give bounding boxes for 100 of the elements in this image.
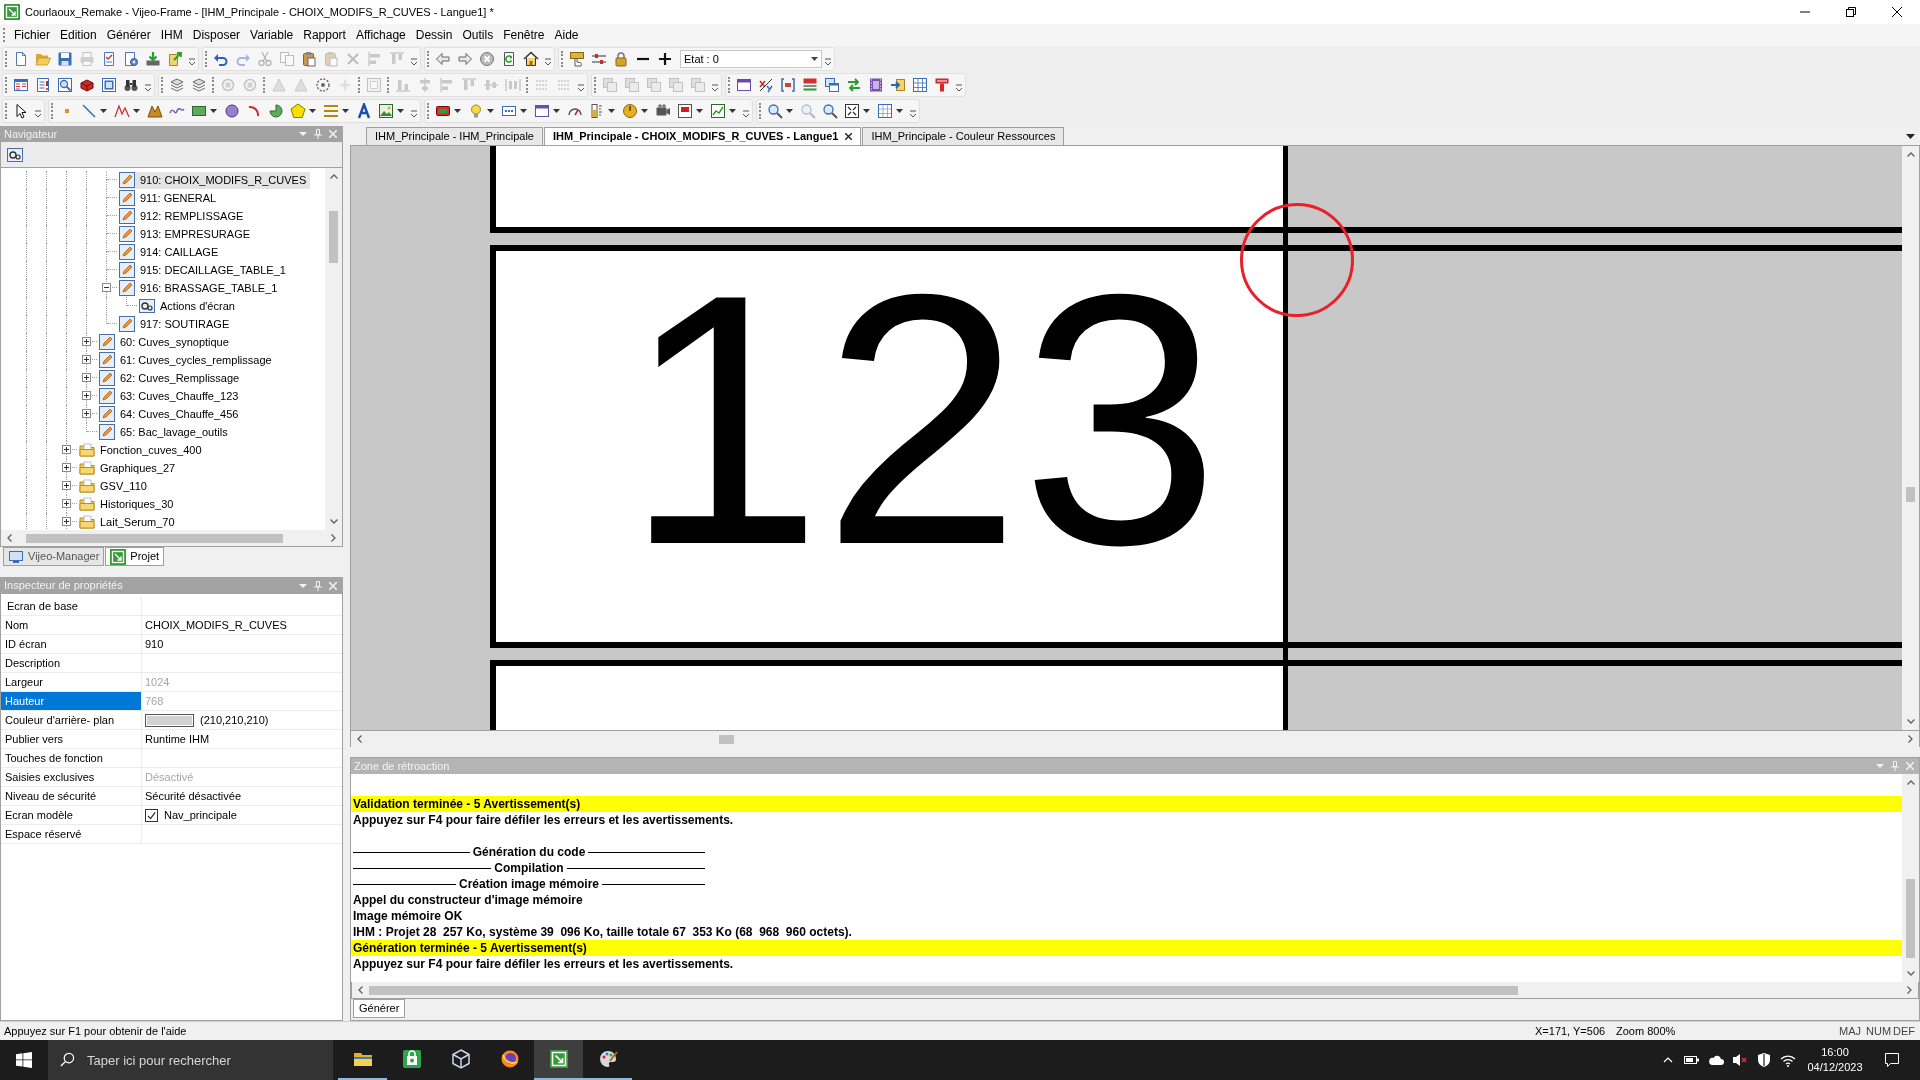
- tree-item[interactable]: GSV_110: [79, 477, 151, 495]
- text-tool-icon[interactable]: [356, 103, 372, 119]
- shield-icon[interactable]: [1756, 1052, 1772, 1068]
- menu-item[interactable]: Outils: [457, 26, 499, 44]
- tree-item[interactable]: 65: Bac_lavage_outils: [99, 423, 232, 441]
- scroll-right-icon[interactable]: [1908, 735, 1913, 743]
- caret-icon[interactable]: [1906, 134, 1915, 139]
- camera-icon[interactable]: [655, 103, 671, 119]
- fit-icon[interactable]: [844, 103, 860, 119]
- arc-icon[interactable]: [246, 103, 262, 119]
- overflow-chevron-icon[interactable]: [955, 83, 963, 93]
- tree-item[interactable]: 62: Cuves_Remplissage: [99, 369, 244, 387]
- window-list-icon[interactable]: [13, 77, 29, 93]
- tree-item[interactable]: 917: SOUTIRAGE: [119, 315, 234, 333]
- layers-icon[interactable]: [169, 77, 185, 93]
- brackets-icon[interactable]: [780, 77, 796, 93]
- scroll-thumb[interactable]: [26, 533, 283, 543]
- polyline-icon[interactable]: [114, 103, 130, 119]
- export-icon[interactable]: [167, 51, 183, 67]
- battery-icon[interactable]: [1684, 1054, 1700, 1066]
- overflow-chevron-icon[interactable]: [188, 57, 196, 67]
- trend-icon[interactable]: [710, 103, 726, 119]
- scrollbar[interactable]: [351, 982, 1919, 998]
- caret-icon[interactable]: [100, 109, 107, 113]
- mountain-icon[interactable]: [147, 103, 163, 119]
- property-value[interactable]: CHOIX_MODIFS_R_CUVES: [145, 616, 287, 634]
- property-name[interactable]: Espace réservé: [1, 825, 142, 844]
- document-gear-icon[interactable]: [123, 51, 139, 67]
- overflow-chevron-icon[interactable]: [410, 109, 418, 119]
- bar-graph-icon[interactable]: [589, 103, 605, 119]
- menu-item[interactable]: Générer: [101, 26, 156, 44]
- chevron-up-icon[interactable]: [1663, 1056, 1673, 1064]
- close-icon[interactable]: [845, 133, 853, 140]
- tree-item[interactable]: 915: DECAILLAGE_TABLE_1: [119, 261, 290, 279]
- pointer-icon[interactable]: [13, 103, 29, 119]
- window-icon[interactable]: [736, 77, 752, 93]
- caret-icon[interactable]: [553, 109, 560, 113]
- overflow-chevron-icon[interactable]: [144, 83, 152, 93]
- pentagon-icon[interactable]: [290, 103, 306, 119]
- caret-icon[interactable]: [608, 109, 615, 113]
- menu-item[interactable]: Variable: [245, 26, 299, 44]
- clipboard-icon[interactable]: [301, 51, 317, 67]
- plus-box-icon[interactable]: [82, 337, 91, 346]
- menu-item[interactable]: Aide: [549, 26, 584, 44]
- scroll-left-icon[interactable]: [7, 534, 12, 542]
- panel-tab[interactable]: Générer: [353, 999, 406, 1018]
- plus-box-icon[interactable]: [62, 499, 71, 508]
- table-icon[interactable]: [912, 77, 928, 93]
- film-icon[interactable]: [868, 77, 884, 93]
- plus-box-icon[interactable]: [82, 409, 91, 418]
- refresh-icon[interactable]: [501, 51, 517, 67]
- circle-icon[interactable]: [224, 103, 240, 119]
- grid-icon[interactable]: [877, 103, 893, 119]
- document-alert-icon[interactable]: [35, 77, 51, 93]
- property-name[interactable]: ID écran: [1, 635, 142, 654]
- stop-icon[interactable]: [479, 51, 495, 67]
- speech-bubble-icon[interactable]: [1884, 1052, 1900, 1068]
- scrollbar[interactable]: [0, 530, 343, 546]
- knob-icon[interactable]: [622, 103, 638, 119]
- tree-item[interactable]: 910: CHOIX_MODIFS_R_CUVES: [119, 171, 311, 189]
- menu-item[interactable]: Fenêtre: [498, 26, 550, 44]
- caret-icon[interactable]: [641, 109, 648, 113]
- caret-icon[interactable]: [896, 109, 903, 113]
- dotted-circle-icon[interactable]: [315, 77, 331, 93]
- rectangle-icon[interactable]: [191, 103, 207, 119]
- caret-icon[interactable]: [133, 109, 140, 113]
- menu-item[interactable]: Affichage: [350, 26, 411, 44]
- menu-item[interactable]: IHM: [155, 26, 188, 44]
- scroll-left-icon[interactable]: [357, 735, 362, 743]
- scroll-down-icon[interactable]: [329, 519, 338, 524]
- caret-icon[interactable]: [487, 109, 494, 113]
- scroll-thumb[interactable]: [1906, 487, 1915, 502]
- caret-icon[interactable]: [342, 109, 349, 113]
- menu-item[interactable]: Disposer: [187, 26, 246, 44]
- tree-item[interactable]: Actions d'écran: [139, 297, 239, 315]
- tree-item[interactable]: 916: BRASSAGE_TABLE_1: [119, 279, 282, 297]
- swap-icon[interactable]: [846, 77, 862, 93]
- scrollbar[interactable]: [350, 731, 1920, 747]
- menu-item[interactable]: Fichier: [9, 26, 55, 44]
- zoom-icon[interactable]: [767, 103, 783, 119]
- image-icon[interactable]: [378, 103, 394, 119]
- plus-icon[interactable]: [657, 51, 673, 67]
- speaker-muted-icon[interactable]: [1732, 1052, 1748, 1068]
- checkbox[interactable]: [145, 808, 158, 822]
- panel-tab[interactable]: Vijeo-Manager: [3, 547, 105, 566]
- slider-icon[interactable]: [591, 51, 607, 67]
- tree-item[interactable]: 913: EMPRESURAGE: [119, 225, 255, 243]
- tree-item[interactable]: 61: Cuves_cycles_remplissage: [99, 351, 276, 369]
- arrow-right-icon[interactable]: [457, 51, 473, 67]
- overflow-chevron-icon[interactable]: [711, 83, 719, 93]
- property-name[interactable]: Publier vers: [1, 730, 142, 749]
- property-value[interactable]: Sécurité désactivée: [145, 787, 241, 805]
- scroll-up-icon[interactable]: [329, 174, 338, 179]
- tree-item[interactable]: 63: Cuves_Chauffe_123: [99, 387, 243, 405]
- scroll-down-icon[interactable]: [1906, 719, 1915, 724]
- scroll-thumb[interactable]: [719, 734, 734, 744]
- tree-item[interactable]: Lait_Serum_70: [79, 513, 179, 530]
- overflow-chevron-icon[interactable]: [544, 57, 552, 67]
- gear-screen-icon[interactable]: [7, 146, 23, 163]
- overflow-chevron-icon[interactable]: [34, 109, 42, 119]
